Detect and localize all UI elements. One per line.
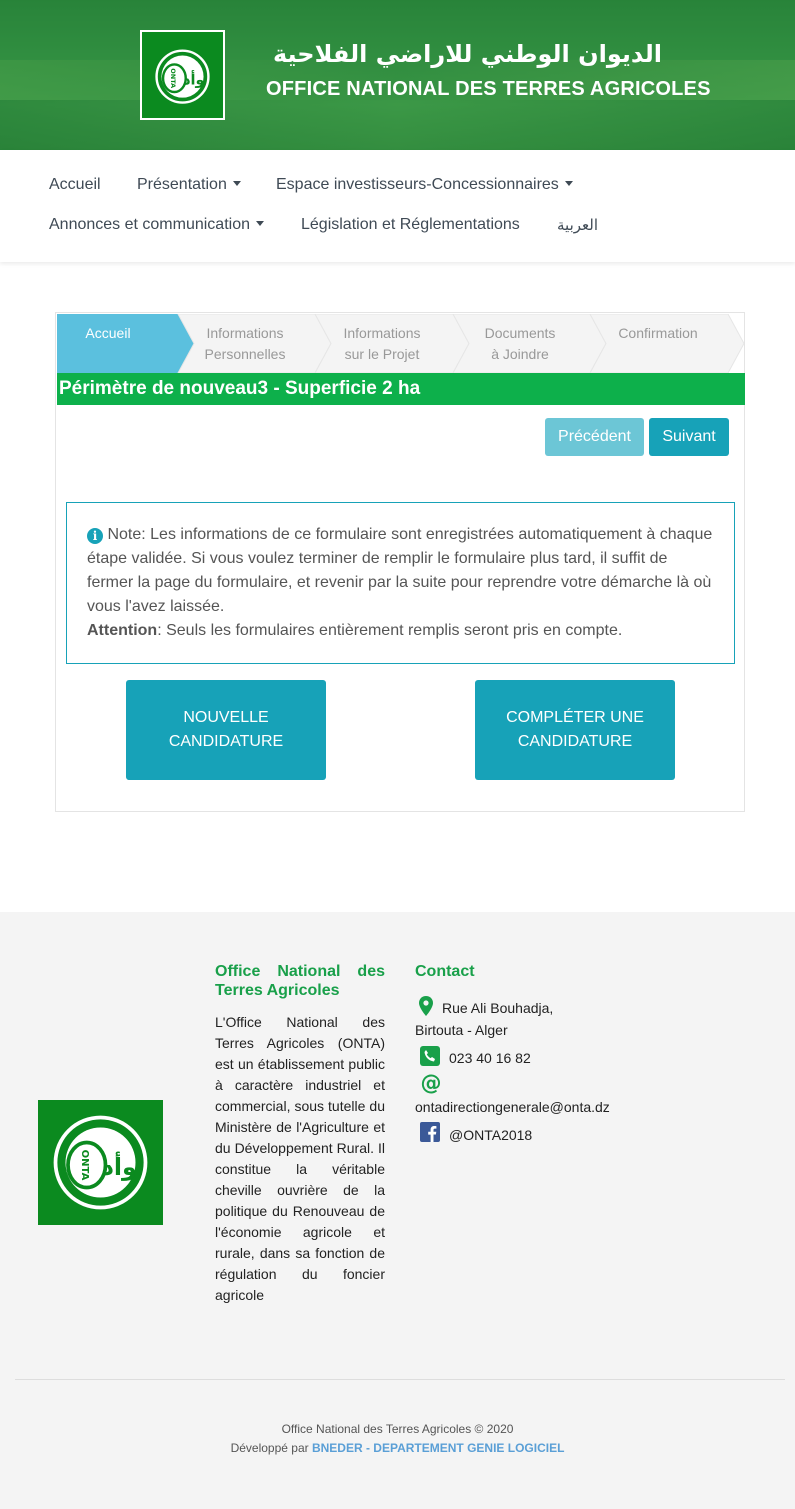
footer-copyright: Office National des Terres Agricoles © 2…	[281, 1422, 514, 1436]
complete-application-button[interactable]: COMPLÉTER UNE CANDIDATURE	[475, 680, 675, 780]
footer-facebook[interactable]: @ONTA2018	[449, 1125, 532, 1146]
info-note: i Note: Les informations de ce formulair…	[66, 502, 735, 664]
header-banner: ONTA وأد الديوان الوطني للاراضي الفلاحية…	[0, 0, 795, 150]
logo-abbr: ONTA	[79, 1150, 90, 1181]
complete-application-line2: CANDIDATURE	[517, 733, 633, 750]
footer-developer: Développé par BNEDER - DEPARTEMENT GENIE…	[0, 1441, 795, 1455]
step-label: Informations	[343, 325, 421, 341]
footer: ONTA وأد Office National des Terres Agri…	[0, 912, 795, 1509]
new-application-button[interactable]: NOUVELLE CANDIDATURE	[126, 680, 326, 780]
footer-about-title: Office National des Terres Agricoles	[215, 963, 385, 999]
step-label: Informations	[206, 325, 284, 341]
logo-glyphs: وأد	[102, 1151, 137, 1181]
info-icon: i	[87, 528, 103, 544]
onta-seal-icon: ONTA وأد	[155, 49, 210, 104]
application-wizard: Accueil Informations Personnelles Inform…	[55, 312, 745, 812]
nav-annonces[interactable]: Annonces et communication	[49, 216, 264, 234]
footer-onta-logo: ONTA وأد	[38, 1100, 163, 1225]
previous-button[interactable]: Précédent	[545, 418, 644, 456]
note-text: : Les informations de ce formulaire sont…	[87, 526, 713, 615]
footer-about-text: L'Office National des Terres Agricoles (…	[215, 1014, 385, 1303]
developer-link[interactable]: BNEDER - DEPARTEMENT GENIE LOGICIEL	[312, 1441, 564, 1455]
wizard-steps: Accueil Informations Personnelles Inform…	[57, 314, 745, 373]
nav-presentation[interactable]: Présentation	[137, 176, 241, 194]
facebook-icon[interactable]	[420, 1122, 440, 1142]
step-informations-personnelles[interactable]: Informations Personnelles	[182, 314, 308, 373]
email-icon: @	[421, 1072, 442, 1094]
attention-text: : Seuls les formulaires entièrement remp…	[157, 622, 623, 639]
step-label: Confirmation	[618, 325, 698, 341]
onta-seal-icon: ONTA وأد	[53, 1115, 148, 1210]
developer-prefix: Développé par	[230, 1441, 312, 1455]
nav-accueil[interactable]: Accueil	[49, 176, 101, 194]
svg-text:@: @	[421, 1072, 442, 1094]
footer-divider	[15, 1379, 785, 1380]
onta-logo[interactable]: ONTA وأد	[140, 30, 225, 120]
footer-contact-title: Contact	[415, 963, 475, 980]
step-label: Accueil	[85, 325, 131, 341]
footer-phone[interactable]: 023 40 16 82	[449, 1048, 531, 1069]
main-nav: Accueil Présentation Espace investisseur…	[0, 150, 795, 262]
new-application-line2: CANDIDATURE	[168, 733, 284, 750]
site-title-fr: OFFICE NATIONAL DES TERRES AGRICOLES	[266, 78, 711, 100]
step-label: à Joindre	[491, 346, 549, 362]
step-confirmation[interactable]: Confirmation	[595, 314, 721, 373]
note-label: Note	[107, 526, 142, 543]
new-application-line1: NOUVELLE	[183, 709, 269, 726]
step-accueil[interactable]: Accueil	[57, 314, 159, 373]
step-label: Personnelles	[204, 346, 286, 362]
site-title-ar: الديوان الوطني للاراضي الفلاحية	[272, 40, 662, 68]
attention-label: Attention	[87, 622, 158, 639]
step-label: sur le Projet	[344, 346, 420, 362]
step-label: Documents	[484, 325, 556, 341]
nav-espace-investisseurs[interactable]: Espace investisseurs-Concessionnaires	[276, 176, 573, 194]
nav-arabic[interactable]: العربية	[557, 216, 598, 234]
step-informations-projet[interactable]: Informations sur le Projet	[319, 314, 445, 373]
footer-address-line1: Rue Ali Bouhadja,	[442, 1000, 554, 1016]
next-button[interactable]: Suivant	[649, 418, 729, 456]
logo-glyphs: وأد	[183, 70, 205, 89]
perimeter-banner: Périmètre de nouveau3 - Superficie 2 ha	[57, 373, 745, 405]
nav-legislation[interactable]: Législation et Réglementations	[301, 216, 520, 234]
nav-presentation-label: Présentation	[137, 176, 227, 193]
location-pin-icon	[419, 996, 433, 1016]
nav-annonces-label: Annonces et communication	[49, 216, 250, 233]
step-documents[interactable]: Documents à Joindre	[457, 314, 583, 373]
phone-icon	[420, 1046, 440, 1066]
nav-espace-label: Espace investisseurs-Concessionnaires	[276, 176, 559, 193]
complete-application-line1: COMPLÉTER UNE	[506, 709, 644, 726]
footer-email[interactable]: ontadirectiongenerale@onta.dz	[415, 1097, 610, 1118]
footer-address-line2: Birtouta - Alger	[415, 1022, 508, 1038]
logo-abbr: ONTA	[169, 68, 177, 88]
